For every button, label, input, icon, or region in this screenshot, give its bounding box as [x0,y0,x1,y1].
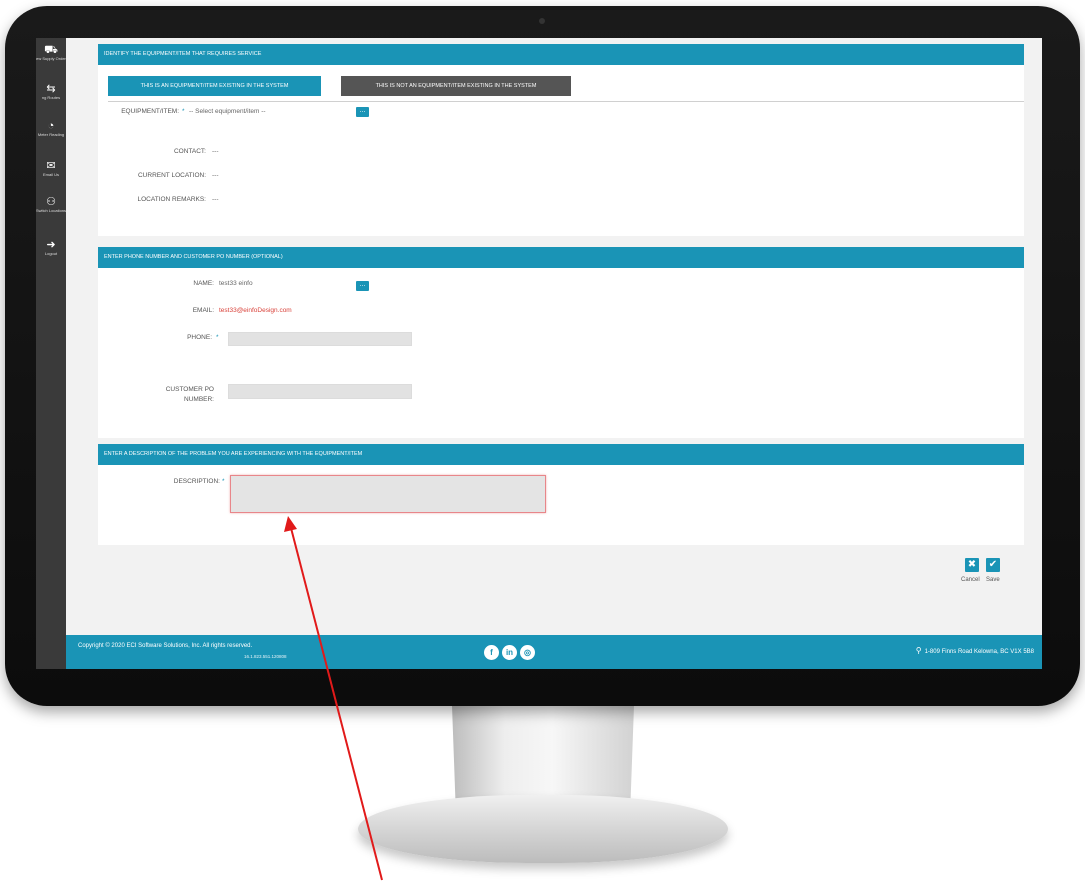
social-links: f in ◎ [484,642,538,660]
footer: Copyright © 2020 ECI Software Solutions,… [66,635,1042,669]
truck-icon: ⛟ [44,44,58,56]
email-value: test33@einfoDesign.com [219,307,292,314]
name-value: test33 einfo [219,280,253,287]
tab-existing-equipment[interactable]: THIS IS AN EQUIPMENT/ITEM EXISTING IN TH… [108,76,321,96]
sidebar-item-email-us[interactable]: ✉ Email Us [36,160,66,177]
equipment-row: EQUIPMENT/ITEM: * -- Select equipment/it… [98,107,1024,120]
logout-icon: ➜ [46,239,56,251]
section-header: ENTER PHONE NUMBER AND CUSTOMER PO NUMBE… [98,247,1024,268]
location-row: CURRENT LOCATION: --- [98,172,1024,184]
save-label: Save [986,577,1000,583]
contact-row: CONTACT: --- [98,148,1024,160]
people-switch-icon: ⚇ [46,196,56,208]
cancel-button[interactable]: ✖ [965,558,979,572]
po-row: CUSTOMER PO NUMBER: [98,384,1024,410]
facebook-icon[interactable]: f [484,645,499,660]
monitor-stand-base [358,795,728,863]
address-text: 1-809 Finns Road Kelowna, BC V1X 5B8 [924,649,1034,655]
phone-label: PHONE: [187,334,212,341]
required-marker: * [216,334,219,341]
section-phone-po: ENTER PHONE NUMBER AND CUSTOMER PO NUMBE… [98,247,1024,438]
section-description: ENTER A DESCRIPTION OF THE PROBLEM YOU A… [98,444,1024,545]
tab-not-existing-equipment[interactable]: THIS IS NOT AN EQUIPMENT/ITEM EXISTING I… [341,76,571,96]
required-marker: * [222,478,225,485]
remarks-row: LOCATION REMARKS: --- [98,196,1024,208]
change-contact-button[interactable]: ... [356,281,369,291]
close-icon: ✖ [967,559,977,570]
customer-po-input[interactable] [228,384,412,399]
contact-value: --- [212,148,219,155]
copyright-text: Copyright © 2020 ECI Software Solutions,… [78,643,253,649]
location-label: CURRENT LOCATION: [137,172,206,179]
required-marker: * [182,108,185,115]
email-row: EMAIL: test33@einfoDesign.com [98,307,1024,319]
name-label: NAME: [193,280,214,287]
name-row: NAME: test33 einfo ... [98,280,1024,292]
sidebar-item-routes[interactable]: ⇆ ng Routes [36,83,66,100]
description-label: DESCRIPTION: [173,478,220,485]
mail-icon: ✉ [46,160,56,172]
address: ⚲ 1-809 Finns Road Kelowna, BC V1X 5B8 [916,646,1034,655]
linkedin-icon[interactable]: in [502,645,517,660]
remarks-value: --- [212,196,219,203]
check-icon: ✔ [988,559,998,570]
version-text: 16.1.823.551.120808 [244,654,287,659]
camera-dot [539,18,545,24]
section-identify-equipment: IDENTIFY THE EQUIPMENT/ITEM THAT REQUIRE… [98,44,1024,236]
tab-divider [108,101,1024,102]
sidebar-item-supply-order[interactable]: ⛟ ew Supply Order [36,44,66,61]
description-row: DESCRIPTION: * [98,475,1024,518]
gauge-icon: ◔ [47,120,55,132]
map-pin-icon: ⚲ [915,646,922,655]
app-screen: ⛟ ew Supply Order ⇆ ng Routes ◔ Meter Re… [36,38,1042,669]
email-label: EMAIL: [192,307,214,314]
sidebar-item-logout[interactable]: ➜ Logout [36,239,66,256]
cancel-label: Cancel [961,577,980,583]
location-value: --- [212,172,219,179]
remarks-label: LOCATION REMARKS: [137,196,206,203]
browse-equipment-button[interactable]: ... [356,107,369,117]
sidebar-item-meter-reading[interactable]: ◔ Meter Reading [36,120,66,137]
phone-input[interactable] [228,332,412,346]
phone-row: PHONE: * [98,331,1024,346]
save-button[interactable]: ✔ [986,558,1000,572]
sidebar: ⛟ ew Supply Order ⇆ ng Routes ◔ Meter Re… [36,38,66,669]
equipment-label: EQUIPMENT/ITEM: [121,108,179,115]
section-header: IDENTIFY THE EQUIPMENT/ITEM THAT REQUIRE… [98,44,1024,65]
handshake-icon: ⇆ [46,83,56,95]
equipment-select[interactable]: -- Select equipment/item -- [189,108,266,115]
instagram-icon[interactable]: ◎ [520,645,535,660]
sidebar-item-switch-locations[interactable]: ⚇ Switch Locations [36,196,66,213]
section-header: ENTER A DESCRIPTION OF THE PROBLEM YOU A… [98,444,1024,465]
description-textarea[interactable] [230,475,546,513]
monitor-stand-neck [451,700,635,805]
contact-label: CONTACT: [173,148,206,155]
po-label: CUSTOMER PO NUMBER: [165,386,214,403]
